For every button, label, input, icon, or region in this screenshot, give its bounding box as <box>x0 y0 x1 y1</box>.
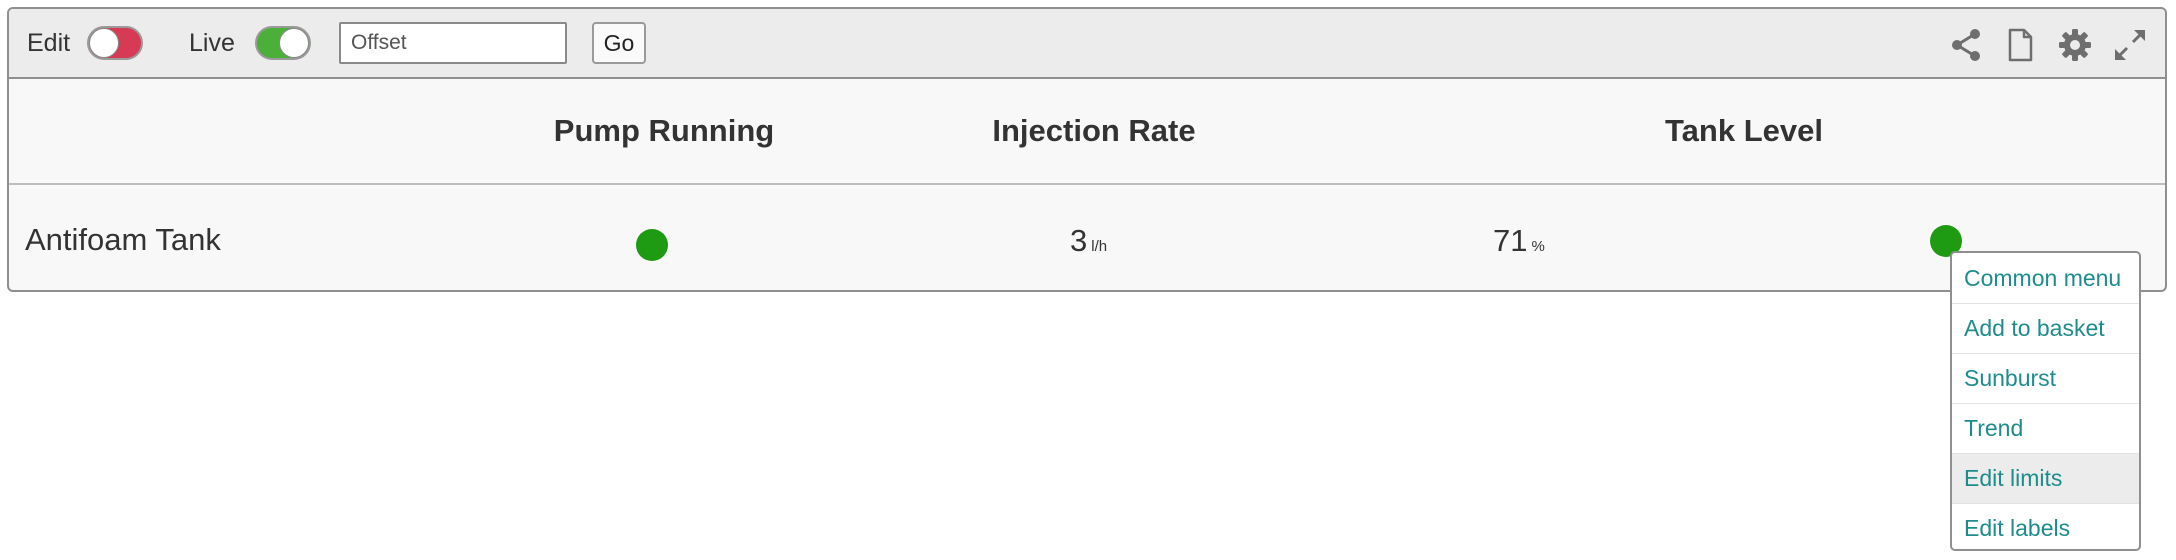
menu-item-common-menu[interactable]: Common menu <box>1952 254 2139 304</box>
context-menu: Common menu Add to basket Sunburst Trend… <box>1950 251 2141 551</box>
live-label: Live <box>189 29 235 57</box>
injection-rate-unit: l/h <box>1091 238 1108 255</box>
menu-item-trend[interactable]: Trend <box>1952 404 2139 454</box>
column-header-tank-level: Tank Level <box>1665 113 1823 148</box>
go-button[interactable]: Go <box>592 22 646 64</box>
column-header-injection-rate: Injection Rate <box>992 113 1196 148</box>
injection-rate-value[interactable]: 3 l/h <box>1070 223 1107 259</box>
dashboard-panel: Edit Live Go <box>7 7 2167 292</box>
menu-item-edit-limits[interactable]: Edit limits <box>1952 454 2139 504</box>
pump-running-indicator[interactable] <box>636 229 668 261</box>
file-icon[interactable] <box>2002 27 2038 63</box>
menu-item-edit-labels[interactable]: Edit labels <box>1952 504 2139 549</box>
tank-level-number: 71 <box>1493 223 1528 258</box>
edit-toggle[interactable] <box>87 26 143 60</box>
injection-rate-number: 3 <box>1070 223 1088 258</box>
menu-item-sunburst[interactable]: Sunburst <box>1952 354 2139 404</box>
tank-level-value[interactable]: 71% <box>1493 223 1545 259</box>
toolbar: Edit Live Go <box>9 9 2165 79</box>
table-row: Antifoam Tank 3 l/h 71% <box>9 185 2165 290</box>
gear-icon[interactable] <box>2057 27 2093 63</box>
menu-item-add-to-basket[interactable]: Add to basket <box>1952 304 2139 354</box>
offset-input[interactable] <box>339 22 567 64</box>
expand-icon[interactable] <box>2112 27 2148 63</box>
edit-label: Edit <box>27 29 71 57</box>
live-toggle[interactable] <box>255 26 311 60</box>
column-header-pump-running: Pump Running <box>553 113 775 148</box>
toggle-knob <box>89 28 119 58</box>
toggle-knob <box>279 28 309 58</box>
row-label: Antifoam Tank <box>25 222 221 257</box>
table-header: Pump Running Injection Rate Tank Level <box>9 79 2165 185</box>
share-icon[interactable] <box>1948 27 1984 63</box>
tank-level-unit: % <box>1531 238 1545 255</box>
